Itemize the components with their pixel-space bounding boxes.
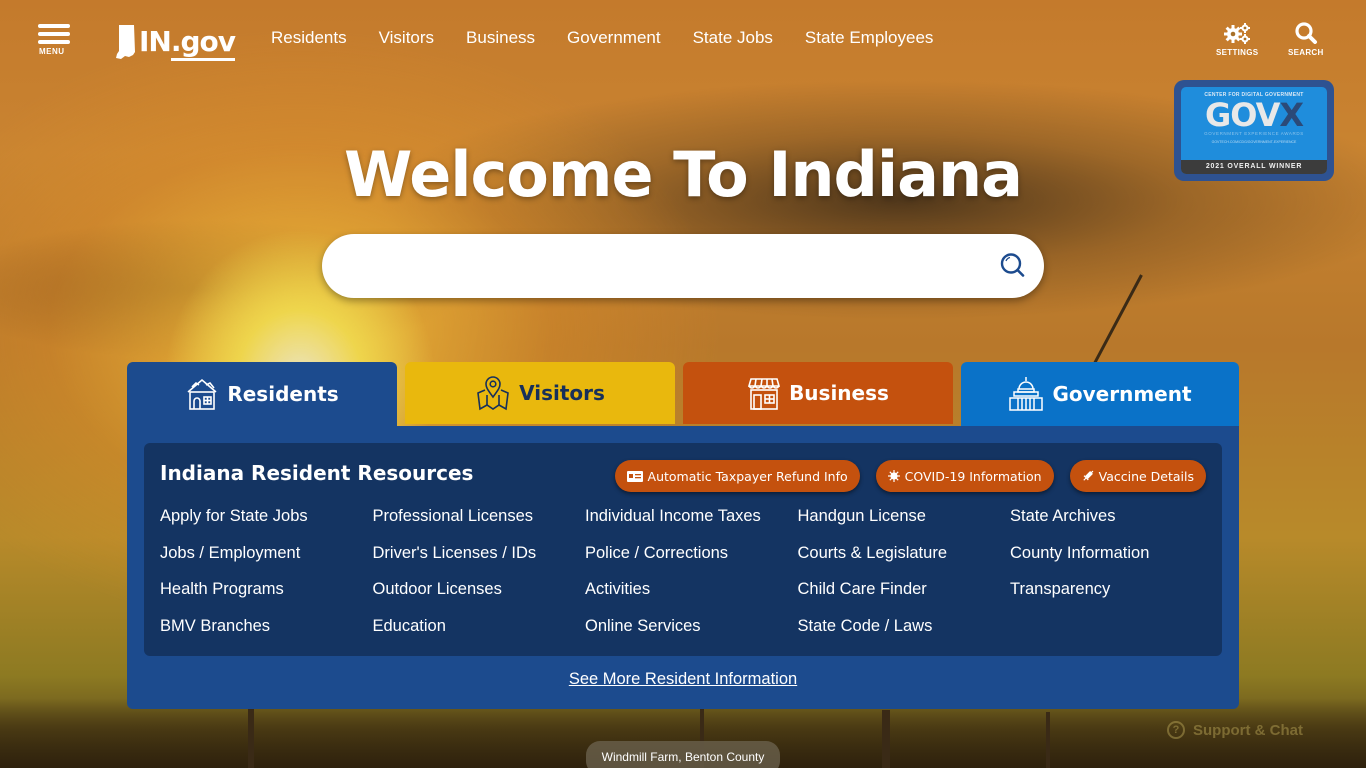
- resource-link[interactable]: Education: [373, 617, 586, 654]
- resource-link[interactable]: State Code / Laws: [798, 617, 1011, 654]
- logo-text: IN.gov: [139, 25, 236, 61]
- search-submit-button[interactable]: [998, 251, 1028, 281]
- hamburger-icon: [38, 24, 70, 28]
- house-icon: [187, 378, 217, 410]
- resource-link[interactable]: Courts & Legislature: [798, 544, 1011, 581]
- photo-caption: Windmill Farm, Benton County: [586, 741, 780, 768]
- resource-link[interactable]: State Archives: [1010, 507, 1223, 544]
- quick-links: Automatic Taxpayer Refund Info COVID-19 …: [599, 460, 1206, 492]
- resource-links: Apply for State Jobs Professional License…: [160, 507, 1220, 654]
- windmill-blade: [1093, 274, 1143, 364]
- main-nav: Residents Visitors Business Government S…: [255, 28, 949, 48]
- menu-label: MENU: [39, 47, 65, 56]
- resource-link[interactable]: Handgun License: [798, 507, 1011, 544]
- resources-box: Indiana Resident Resources Automatic Tax…: [144, 443, 1222, 656]
- resource-link[interactable]: Health Programs: [160, 580, 373, 617]
- menu-button[interactable]: MENU: [38, 24, 72, 58]
- gears-icon: [1224, 23, 1251, 44]
- resource-link[interactable]: County Information: [1010, 544, 1223, 581]
- virus-icon: [887, 470, 900, 482]
- windmill-tower: [882, 710, 890, 768]
- search-icon: [1000, 253, 1025, 277]
- vaccine-details-button[interactable]: Vaccine Details: [1069, 460, 1206, 492]
- settings-button[interactable]: SETTINGS: [1216, 22, 1258, 57]
- tab-residents-label: Residents: [227, 382, 339, 406]
- tab-visitors[interactable]: Visitors: [405, 362, 675, 424]
- resource-link[interactable]: Child Care Finder: [798, 580, 1011, 617]
- taxpayer-refund-button[interactable]: Automatic Taxpayer Refund Info: [614, 460, 860, 492]
- hamburger-icon-bar: [38, 40, 70, 44]
- nav-state-employees[interactable]: State Employees: [805, 28, 934, 48]
- in-gov-logo[interactable]: IN.gov: [115, 22, 236, 61]
- site-header: MENU IN.gov Residents Visitors Business …: [0, 0, 1366, 80]
- resources-heading: Indiana Resident Resources: [160, 461, 474, 485]
- settings-label: SETTINGS: [1216, 48, 1259, 57]
- nav-government[interactable]: Government: [567, 28, 661, 48]
- award-brand-x: X: [1279, 96, 1304, 134]
- award-brand: GOVX: [1181, 99, 1327, 131]
- resource-link[interactable]: Individual Income Taxes: [585, 507, 798, 544]
- audience-tabs: Residents Visitors Business Government: [127, 362, 1239, 426]
- tab-business-label: Business: [789, 381, 889, 405]
- covid-info-button[interactable]: COVID-19 Information: [875, 460, 1054, 492]
- search-icon: [1295, 22, 1317, 44]
- resource-link[interactable]: BMV Branches: [160, 617, 373, 654]
- resource-link[interactable]: Professional Licenses: [373, 507, 586, 544]
- tab-government[interactable]: Government: [961, 362, 1239, 426]
- site-search: [322, 234, 1044, 298]
- award-brand-gov: GOV: [1204, 96, 1280, 134]
- resource-link[interactable]: Jobs / Employment: [160, 544, 373, 581]
- search-label: SEARCH: [1288, 48, 1324, 57]
- resource-link[interactable]: Online Services: [585, 617, 798, 654]
- nav-state-jobs[interactable]: State Jobs: [693, 28, 773, 48]
- nav-business[interactable]: Business: [466, 28, 535, 48]
- tab-visitors-label: Visitors: [519, 381, 605, 405]
- tab-government-label: Government: [1052, 382, 1192, 406]
- resource-link[interactable]: Driver's Licenses / IDs: [373, 544, 586, 581]
- logo-gov: .gov: [170, 25, 236, 61]
- residents-panel: Indiana Resident Resources Automatic Tax…: [127, 426, 1239, 709]
- indiana-state-icon: [116, 25, 135, 59]
- header-search-button[interactable]: SEARCH: [1288, 22, 1324, 57]
- resource-link[interactable]: Police / Corrections: [585, 544, 798, 581]
- resource-link: [1010, 617, 1223, 654]
- windmill-tower: [1046, 712, 1050, 768]
- tab-residents[interactable]: Residents: [127, 362, 397, 426]
- award-program: GOVERNMENT EXPERIENCE AWARDS: [1204, 131, 1304, 136]
- question-icon: ?: [1167, 721, 1185, 739]
- page-title: Welcome To Indiana: [344, 138, 1023, 211]
- covid-info-label: COVID-19 Information: [904, 468, 1042, 484]
- resource-link[interactable]: Outdoor Licenses: [373, 580, 586, 617]
- resource-link[interactable]: Apply for State Jobs: [160, 507, 373, 544]
- syringe-icon: [1082, 470, 1094, 482]
- hamburger-icon-bar: [38, 32, 70, 36]
- resource-link[interactable]: Activities: [585, 580, 798, 617]
- map-pin-icon: [477, 376, 509, 411]
- resource-link[interactable]: Transparency: [1010, 580, 1223, 617]
- support-chat-label: Support & Chat: [1193, 721, 1303, 739]
- logo-in: IN: [139, 25, 172, 58]
- capitol-icon: [1009, 377, 1044, 411]
- see-more-resident-link[interactable]: See More Resident Information: [569, 670, 797, 688]
- tab-business[interactable]: Business: [683, 362, 953, 424]
- search-input[interactable]: [352, 234, 992, 298]
- nav-residents[interactable]: Residents: [271, 28, 347, 48]
- support-chat-button[interactable]: ? Support & Chat: [1167, 721, 1303, 739]
- vaccine-details-label: Vaccine Details: [1098, 468, 1194, 484]
- nav-visitors[interactable]: Visitors: [379, 28, 434, 48]
- id-card-icon: [626, 470, 643, 482]
- storefront-icon: [748, 378, 781, 410]
- windmill-tower: [248, 708, 254, 768]
- see-more-container: See More Resident Information: [127, 669, 1239, 689]
- taxpayer-refund-label: Automatic Taxpayer Refund Info: [647, 468, 848, 484]
